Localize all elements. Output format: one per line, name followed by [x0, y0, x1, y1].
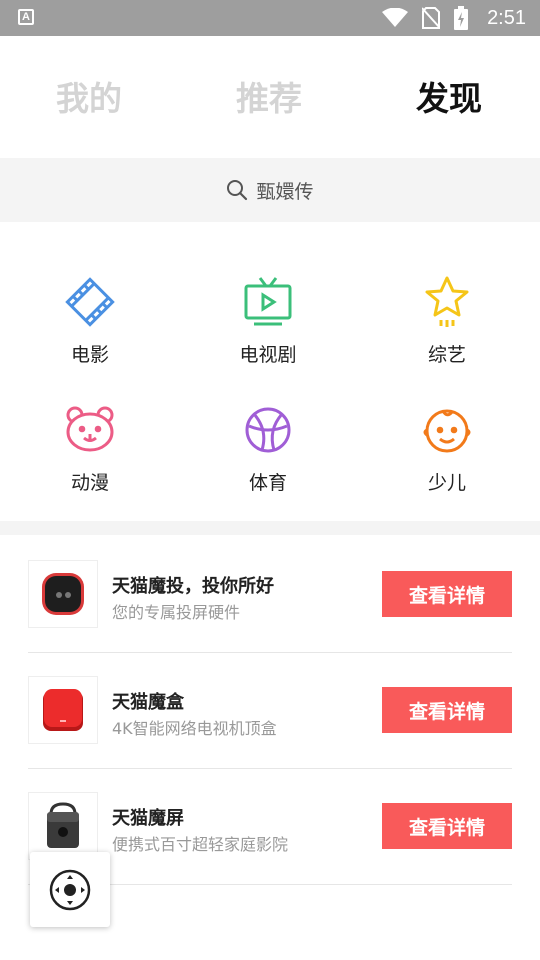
wifi-icon	[382, 8, 408, 27]
category-movie[interactable]: 电影	[30, 274, 150, 367]
search-bar[interactable]: 甄嬛传	[0, 158, 540, 222]
view-details-button[interactable]: 查看详情	[382, 687, 512, 733]
product-image[interactable]	[28, 676, 98, 744]
tab-discover[interactable]: 发现	[416, 72, 482, 120]
category-label: 电影	[70, 344, 109, 366]
category-label: 少儿	[427, 472, 466, 494]
ball-icon	[245, 407, 291, 453]
product-image[interactable]	[28, 560, 98, 628]
category-sports[interactable]: 体育	[208, 402, 328, 495]
product-title: 天猫魔投，投你所好	[112, 576, 274, 597]
section-divider	[0, 521, 540, 535]
no-sim-icon	[422, 7, 440, 29]
search-icon	[227, 180, 248, 201]
category-label: 动漫	[70, 472, 109, 494]
product-title: 天猫魔盒	[112, 692, 184, 713]
product-subtitle: 您的专属投屏硬件	[112, 603, 241, 622]
category-tv-series[interactable]: 电视剧	[208, 274, 328, 367]
category-variety[interactable]: 综艺	[387, 274, 507, 367]
search-input-text: 甄嬛传	[256, 180, 314, 203]
tv-icon	[244, 277, 292, 326]
status-bar: A 2:51	[0, 0, 540, 36]
product-row: 天猫魔投，投你所好 您的专属投屏硬件 查看详情	[28, 536, 512, 653]
product-image[interactable]	[28, 792, 98, 860]
floating-remote-button[interactable]	[30, 852, 110, 927]
top-tabs: 我的 推荐 发现	[0, 36, 540, 158]
remote-control-icon	[49, 869, 91, 910]
battery-charging-icon	[454, 6, 468, 30]
category-anime[interactable]: 动漫	[30, 402, 150, 495]
product-subtitle: 便携式百寸超轻家庭影院	[112, 835, 289, 854]
view-details-button[interactable]: 查看详情	[382, 803, 512, 849]
bear-icon	[66, 406, 114, 452]
category-label: 电视剧	[239, 344, 297, 366]
film-icon	[65, 277, 115, 327]
product-row: 天猫魔盒 4K智能网络电视机顶盒 查看详情	[28, 652, 512, 769]
view-details-button[interactable]: 查看详情	[382, 571, 512, 617]
box-icon	[43, 689, 83, 731]
product-title: 天猫魔屏	[112, 808, 184, 829]
projector-icon	[42, 573, 84, 615]
screen-projector-icon	[47, 802, 79, 848]
tab-mine[interactable]: 我的	[56, 72, 122, 120]
star-icon	[425, 276, 469, 327]
app-notification-icon: A	[18, 9, 34, 25]
category-label: 体育	[248, 472, 287, 494]
status-time: 2:51	[487, 7, 526, 29]
category-kids[interactable]: 少儿	[387, 402, 507, 495]
category-label: 综艺	[427, 344, 466, 366]
product-subtitle: 4K智能网络电视机顶盒	[112, 719, 277, 738]
tab-recommend[interactable]: 推荐	[236, 72, 302, 120]
child-icon	[423, 409, 471, 453]
